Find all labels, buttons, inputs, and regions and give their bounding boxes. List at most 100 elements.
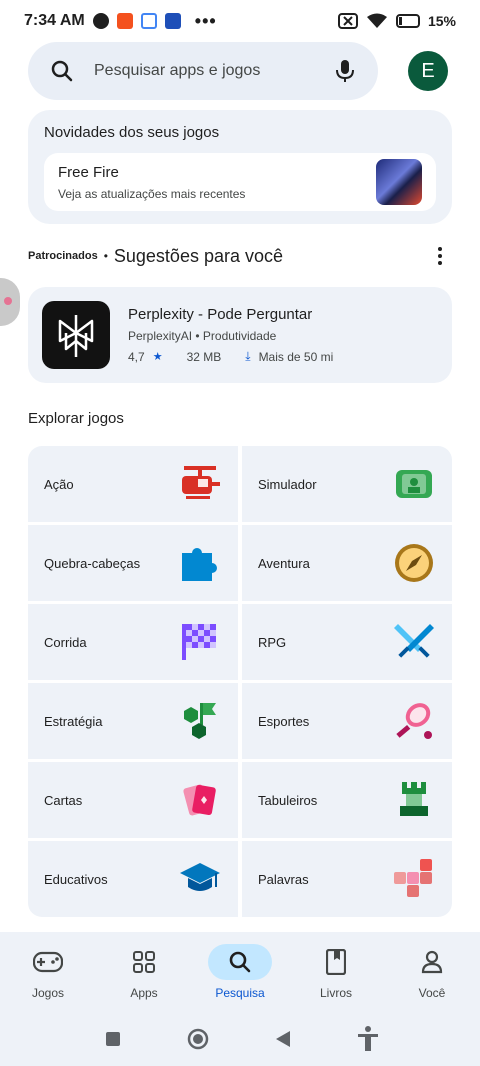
category-corrida[interactable]: Corrida	[28, 604, 238, 680]
category-rpg[interactable]: RPG	[242, 604, 452, 680]
battery-level: 15%	[427, 13, 456, 29]
notification-app-icon-2	[164, 13, 181, 29]
app-name: Perplexity - Pode Perguntar	[128, 306, 313, 323]
microphone-icon[interactable]	[334, 59, 356, 83]
category-label: Quebra-cabeças	[44, 555, 141, 571]
battery-icon	[395, 14, 420, 28]
wifi-icon	[366, 13, 387, 28]
nav-jogos[interactable]: Jogos	[3, 944, 93, 1000]
search-bar[interactable]: Pesquisar apps e jogos	[28, 42, 378, 100]
apps-grid-icon	[112, 944, 176, 980]
nav-apps[interactable]: Apps	[99, 944, 189, 1000]
nav-voce[interactable]: Você	[387, 944, 477, 1000]
nav-pesquisa[interactable]: Pesquisa	[195, 944, 285, 1000]
chess-piece-icon	[392, 778, 436, 822]
graduation-cap-icon	[178, 857, 222, 901]
category-tabuleiros[interactable]: Tabuleiros	[242, 762, 452, 838]
puzzle-piece-icon	[178, 541, 222, 585]
star-icon: ★	[152, 351, 163, 363]
tennis-racket-icon	[392, 699, 436, 743]
more-notifications-icon: •••	[194, 10, 217, 31]
categories-grid: Ação Simulador Quebra-cabeças Aventura C…	[28, 446, 452, 917]
circle-icon	[187, 1028, 208, 1050]
system-nav-bar	[0, 1012, 480, 1066]
app-meta: PerplexityAI • Produtividade	[128, 329, 333, 343]
more-options-icon[interactable]	[428, 244, 452, 268]
category-acao[interactable]: Ação	[28, 446, 238, 522]
helicopter-icon	[178, 462, 222, 506]
suggested-app-card[interactable]: Perplexity - Pode Perguntar PerplexityAI…	[28, 287, 452, 383]
nav-label: Apps	[130, 986, 158, 1000]
person-icon	[400, 944, 464, 980]
download-icon: ⤓	[245, 349, 251, 363]
strategy-flag-icon	[178, 699, 222, 743]
game-name: Free Fire	[58, 163, 119, 181]
category-label: Tabuleiros	[258, 792, 318, 808]
bottom-nav: Jogos Apps Pesquisa Livros Você	[0, 932, 480, 1012]
nav-label: Pesquisa	[215, 986, 265, 1000]
category-educativos[interactable]: Educativos	[28, 841, 238, 917]
search-placeholder[interactable]: Pesquisar apps e jogos	[94, 62, 334, 80]
updates-title: Novidades dos seus jogos	[44, 124, 220, 141]
perplexity-app-icon[interactable]	[42, 301, 110, 369]
avatar[interactable]: E	[408, 51, 448, 91]
category-label: Aventura	[258, 555, 310, 571]
category-label: Cartas	[44, 792, 83, 808]
suggestions-title: Sugestões para você	[113, 245, 284, 266]
category-label: Corrida	[44, 634, 87, 650]
explore-games-title: Explorar jogos	[28, 410, 124, 427]
square-icon	[105, 1032, 120, 1046]
suggestions-header: Patrocinados • Sugestões para você	[28, 240, 452, 272]
category-cartas[interactable]: Cartas	[28, 762, 238, 838]
category-aventura[interactable]: Aventura	[242, 525, 452, 601]
compass-icon	[392, 541, 436, 585]
accessibility-button[interactable]	[356, 1026, 380, 1051]
sponsored-label: Patrocinados	[28, 250, 98, 262]
game-updates-card: Novidades dos seus jogos Free Fire Veja …	[28, 110, 452, 224]
status-bar: 7:34 AM ••• 15%	[0, 0, 480, 42]
category-esportes[interactable]: Esportes	[242, 683, 452, 759]
category-quebra-cabecas[interactable]: Quebra-cabeças	[28, 525, 238, 601]
app-category: Produtividade	[202, 329, 277, 343]
google-icon	[140, 13, 157, 29]
category-label: Ação	[44, 476, 74, 492]
search-icon	[51, 60, 73, 82]
category-estrategia[interactable]: Estratégia	[28, 683, 238, 759]
cards-icon	[178, 778, 222, 822]
app-size: 32 MB	[186, 349, 222, 364]
category-label: Estratégia	[44, 713, 103, 729]
app-downloads: Mais de 50 mi	[258, 349, 334, 364]
game-thumbnail[interactable]	[376, 159, 422, 205]
category-label: Simulador	[258, 476, 317, 492]
book-icon	[304, 944, 368, 980]
app-stats: 4,7 ★ 32 MB ⤓ Mais de 50 mi	[128, 349, 333, 364]
floating-bubble[interactable]	[0, 278, 20, 326]
nav-label: Jogos	[31, 986, 65, 1000]
recents-button[interactable]	[101, 1027, 125, 1051]
category-palavras[interactable]: Palavras	[242, 841, 452, 917]
category-simulador[interactable]: Simulador	[242, 446, 452, 522]
no-sim-icon	[337, 13, 358, 29]
home-button[interactable]	[186, 1027, 210, 1051]
game-update-item[interactable]: Free Fire Veja as atualizações mais rece…	[44, 153, 436, 211]
separator-dot: •	[103, 249, 108, 263]
category-label: Educativos	[44, 871, 108, 887]
back-triangle-icon	[275, 1031, 290, 1047]
nav-livros[interactable]: Livros	[291, 944, 381, 1000]
notification-app-icon	[116, 13, 133, 29]
category-label: Palavras	[258, 871, 309, 887]
accessibility-icon	[357, 1026, 378, 1051]
game-subtitle: Veja as atualizações mais recentes	[58, 186, 246, 201]
letter-tiles-icon	[392, 857, 436, 901]
search-icon	[208, 944, 272, 980]
checkered-flag-icon	[178, 620, 222, 664]
status-time: 7:34 AM	[24, 12, 85, 29]
back-button[interactable]	[271, 1027, 295, 1051]
search-row: Pesquisar apps e jogos E	[28, 42, 448, 100]
nav-label: Você	[418, 986, 446, 1000]
category-label: Esportes	[258, 713, 310, 729]
crossed-swords-icon	[392, 620, 436, 664]
simulator-icon	[392, 462, 436, 506]
app-rating: 4,7	[128, 349, 145, 364]
meta-separator: •	[195, 329, 200, 343]
